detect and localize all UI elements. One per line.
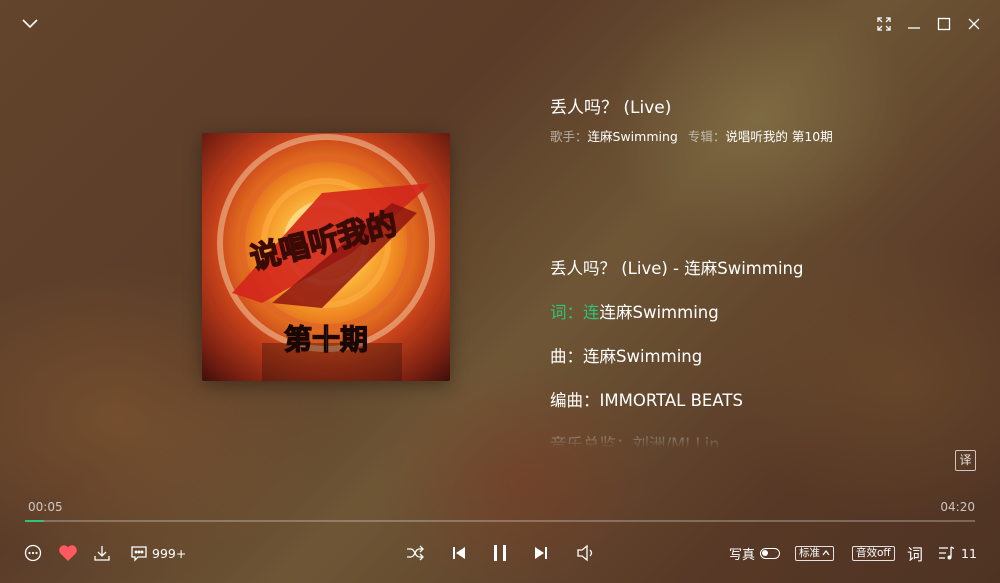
fullscreen-button[interactable] — [876, 16, 892, 32]
sound-effect-button[interactable]: 音效off — [852, 543, 895, 563]
quality-button[interactable]: 标准 — [795, 543, 834, 563]
previous-icon — [453, 547, 465, 559]
current-time: 00:05 — [28, 500, 63, 514]
translate-button[interactable]: 译 — [955, 450, 976, 471]
pause-button[interactable] — [490, 543, 510, 563]
comment-button[interactable]: 999+ — [130, 543, 186, 563]
volume-button[interactable] — [576, 543, 596, 563]
progress-bar[interactable] — [25, 520, 975, 522]
shuffle-icon — [407, 545, 424, 561]
lyric-line: 丢人吗？ (Live) - 连麻Swimming — [550, 259, 804, 278]
like-button[interactable] — [58, 543, 78, 563]
next-button[interactable] — [533, 543, 549, 563]
chevron-up-icon — [822, 550, 830, 556]
chevron-down-icon — [22, 19, 38, 29]
more-button[interactable] — [24, 543, 42, 563]
maximize-button[interactable] — [936, 16, 952, 32]
download-button[interactable] — [93, 543, 111, 563]
comment-count: 999+ — [152, 545, 187, 561]
queue-count: 11 — [961, 545, 977, 561]
song-meta: 歌手： 连麻Swimming 专辑： 说唱听我的 第10期 — [550, 126, 833, 145]
collapse-button[interactable] — [20, 14, 40, 34]
lyric-highlight: 词：连 — [550, 303, 600, 322]
lyric-line: 编曲：IMMORTAL BEATS — [550, 391, 743, 410]
maximize-icon — [937, 17, 951, 31]
lyric-line-current: 词：连连麻Swimming — [550, 303, 719, 322]
more-icon — [24, 544, 42, 562]
heart-icon — [59, 545, 77, 561]
progress-fill — [25, 520, 44, 522]
lyrics-panel[interactable]: 丢人吗？ (Live) - 连麻Swimming 词：连连麻Swimming 曲… — [550, 258, 950, 448]
volume-icon — [577, 544, 593, 562]
photo-label: 写真 — [729, 547, 756, 563]
minimize-icon — [908, 27, 920, 29]
song-title: 丢人吗？ (Live) — [550, 98, 672, 118]
lyric-label: 词 — [907, 545, 924, 564]
sound-effect-label: 音效off — [852, 545, 895, 561]
lyric-line: 曲：连麻Swimming — [550, 347, 703, 366]
pause-icon — [494, 545, 506, 561]
comment-icon — [131, 546, 147, 562]
album-link[interactable]: 说唱听我的 第10期 — [725, 126, 832, 145]
total-time: 04:20 — [940, 500, 975, 514]
singer-link[interactable]: 连麻Swimming — [588, 126, 678, 145]
playlist-icon — [939, 546, 955, 560]
album-issue-text: 第十期 — [284, 323, 368, 356]
lyric-line: 音乐总监：刘洲/MJ Lin — [550, 435, 720, 448]
photo-toggle[interactable]: 写真 — [729, 543, 781, 563]
window-controls — [876, 16, 982, 32]
desktop-lyric-button[interactable]: 词 — [907, 543, 924, 564]
previous-button[interactable] — [451, 543, 467, 563]
quality-label: 标准 — [799, 546, 820, 559]
playlist-button[interactable]: 11 — [937, 543, 977, 563]
album-label: 专辑： — [687, 129, 726, 144]
close-icon — [968, 18, 980, 30]
toggle-switch — [760, 547, 781, 559]
shuffle-button[interactable] — [405, 543, 425, 563]
next-icon — [535, 547, 547, 559]
fullscreen-icon — [877, 17, 891, 31]
singer-label: 歌手： — [550, 129, 588, 144]
close-button[interactable] — [966, 16, 982, 32]
album-cover: 说唱听我的 第十期 — [202, 133, 450, 381]
download-icon — [94, 546, 110, 561]
minimize-button[interactable] — [906, 16, 922, 32]
